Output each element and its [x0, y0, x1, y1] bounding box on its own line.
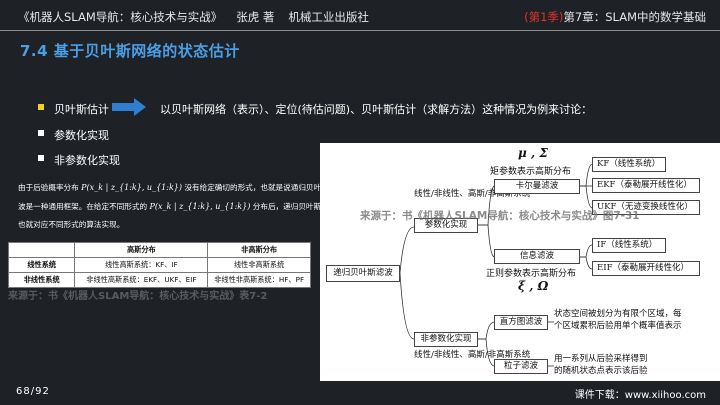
header-book-info: 《机器人SLAM导航：核心技术与实战》 张虎 著机械工业出版社	[18, 9, 383, 25]
eif-node: EIF（泰勒展开线性化）	[592, 261, 700, 276]
page-number: 68/92	[16, 386, 50, 397]
desc-line: 状态空间被划分为有限个区域，每	[554, 309, 682, 319]
chapter-label: 第7章：SLAM中的数学基础	[563, 10, 706, 24]
table-cell: 线性非高斯系统	[207, 257, 311, 273]
table-header: 高斯分布	[74, 242, 209, 258]
moment-param-label: 矩参数表示高斯分布	[490, 167, 572, 177]
table-header: 非高斯分布	[207, 242, 311, 258]
table-header	[7, 242, 76, 258]
bullet-nonparam: 非参数化实现	[38, 152, 120, 168]
paragraph-line-1: 由于后验概率分布 P(x_k | z_{1:k}, u_{1:k}) 没有给定确…	[18, 182, 336, 193]
para-text: 没有给定确切的形式，也就是说通归贝叶斯滤	[184, 183, 337, 192]
distribution-table: 高斯分布 非高斯分布 线性系统 线性高斯系统：KF、IF 线性非高斯系统 非线性…	[7, 242, 311, 288]
desc-line: 的随机状态点表示该后验	[554, 366, 648, 376]
formula: P(x_k | z_{1:k}, u_{1:k})	[81, 183, 183, 192]
bullet-marker	[38, 155, 44, 161]
root-node: 递归贝叶斯滤波	[326, 265, 400, 282]
diagram-watermark: 来源于：书《机器人SLAM导航：核心技术与实战》图7-31	[360, 210, 640, 222]
bullet-label: 参数化实现	[54, 129, 109, 142]
book-author: 张虎 著	[236, 10, 275, 24]
kf-node: KF（线性系统）	[592, 157, 666, 172]
bullet-label: 贝叶斯估计	[54, 103, 109, 116]
season-label: (第1季)	[524, 10, 564, 24]
book-title: 《机器人SLAM导航：核心技术与实战》	[18, 10, 223, 24]
table-cell: 线性系统	[7, 257, 76, 273]
paragraph-line-3: 也就对应不同形式的算法实现。	[18, 220, 125, 229]
book-publisher: 机械工业出版社	[288, 10, 369, 24]
slide-title: 7.4 基于贝叶斯网络的状态估计	[20, 42, 240, 60]
nonparam-node: 非参数化实现	[414, 332, 478, 347]
xi-omega-symbol: ξ , Ω	[518, 279, 549, 293]
table-cell: 线性高斯系统：KF、IF	[74, 257, 209, 273]
bullet-marker	[38, 130, 44, 136]
header-divider	[0, 30, 720, 31]
particle-desc: 用一系列从后验采样得到 的随机状态点表示该后验	[554, 353, 648, 377]
bullet-marker	[38, 104, 44, 110]
particle-filter-node: 粒子滤波	[494, 359, 548, 374]
formula: P(x_k | z_{1:k}, u_{1:k})	[149, 202, 251, 211]
bullet-bayes-estimation: 贝叶斯估计	[38, 101, 109, 117]
filter-diagram: 递归贝叶斯滤波 参数化实现 线性/非线性、高斯/非高斯系统 μ , Σ 矩参数表…	[320, 143, 720, 381]
histogram-desc: 状态空间被划分为有限个区域，每 个区域累积后验用单个概率值表示	[554, 308, 682, 332]
mu-sigma-symbol: μ , Σ	[518, 146, 548, 160]
table-header-row: 高斯分布 非高斯分布	[7, 242, 311, 258]
download-link[interactable]: 课件下载：www.xiihoo.com	[575, 386, 706, 401]
table-cell: 非线性系统	[7, 272, 76, 288]
desc-line: 个区域累积后验用单个概率值表示	[554, 321, 682, 331]
para-text: 波是一种通用框架。在给定不同形式的	[18, 202, 148, 211]
header-chapter: (第1季)第7章：SLAM中的数学基础	[524, 9, 706, 25]
desc-line: 用一系列从后验采样得到	[554, 354, 648, 364]
bullet-param: 参数化实现	[38, 127, 109, 143]
kalman-node: 卡尔曼滤波	[494, 179, 580, 194]
table-cell: 非线性非高斯系统：HF、PF	[207, 272, 311, 288]
canonical-param-label: 正则参数表示高斯分布	[486, 269, 577, 279]
table-row: 非线性系统 非线性高斯系统：EKF、UKF、EIF 非线性非高斯系统：HF、PF	[7, 272, 311, 288]
bullet-bayes-desc: 以贝叶斯网络（表示）、定位(待估问题)、贝叶斯估计（求解方法）这种情况为例来讨论…	[160, 103, 593, 116]
ekf-node: EKF（泰勒展开线性化）	[592, 178, 700, 193]
table-watermark: 来源于：书《机器人SLAM导航：核心技术与实战》表7-2	[8, 291, 268, 302]
para-text: 由于后验概率分布	[18, 183, 79, 192]
arrow-right-icon	[112, 98, 146, 116]
info-filter-node: 信息滤波	[494, 249, 580, 264]
histogram-filter-node: 直方图滤波	[494, 315, 548, 330]
if-node: IF（线性系统）	[592, 238, 666, 253]
bullet-label: 非参数化实现	[54, 154, 120, 167]
table-row: 线性系统 线性高斯系统：KF、IF 线性非高斯系统	[7, 257, 311, 273]
paragraph-line-2: 波是一种通用框架。在给定不同形式的 P(x_k | z_{1:k}, u_{1:…	[18, 201, 336, 212]
table-cell: 非线性高斯系统：EKF、UKF、EIF	[74, 272, 209, 288]
